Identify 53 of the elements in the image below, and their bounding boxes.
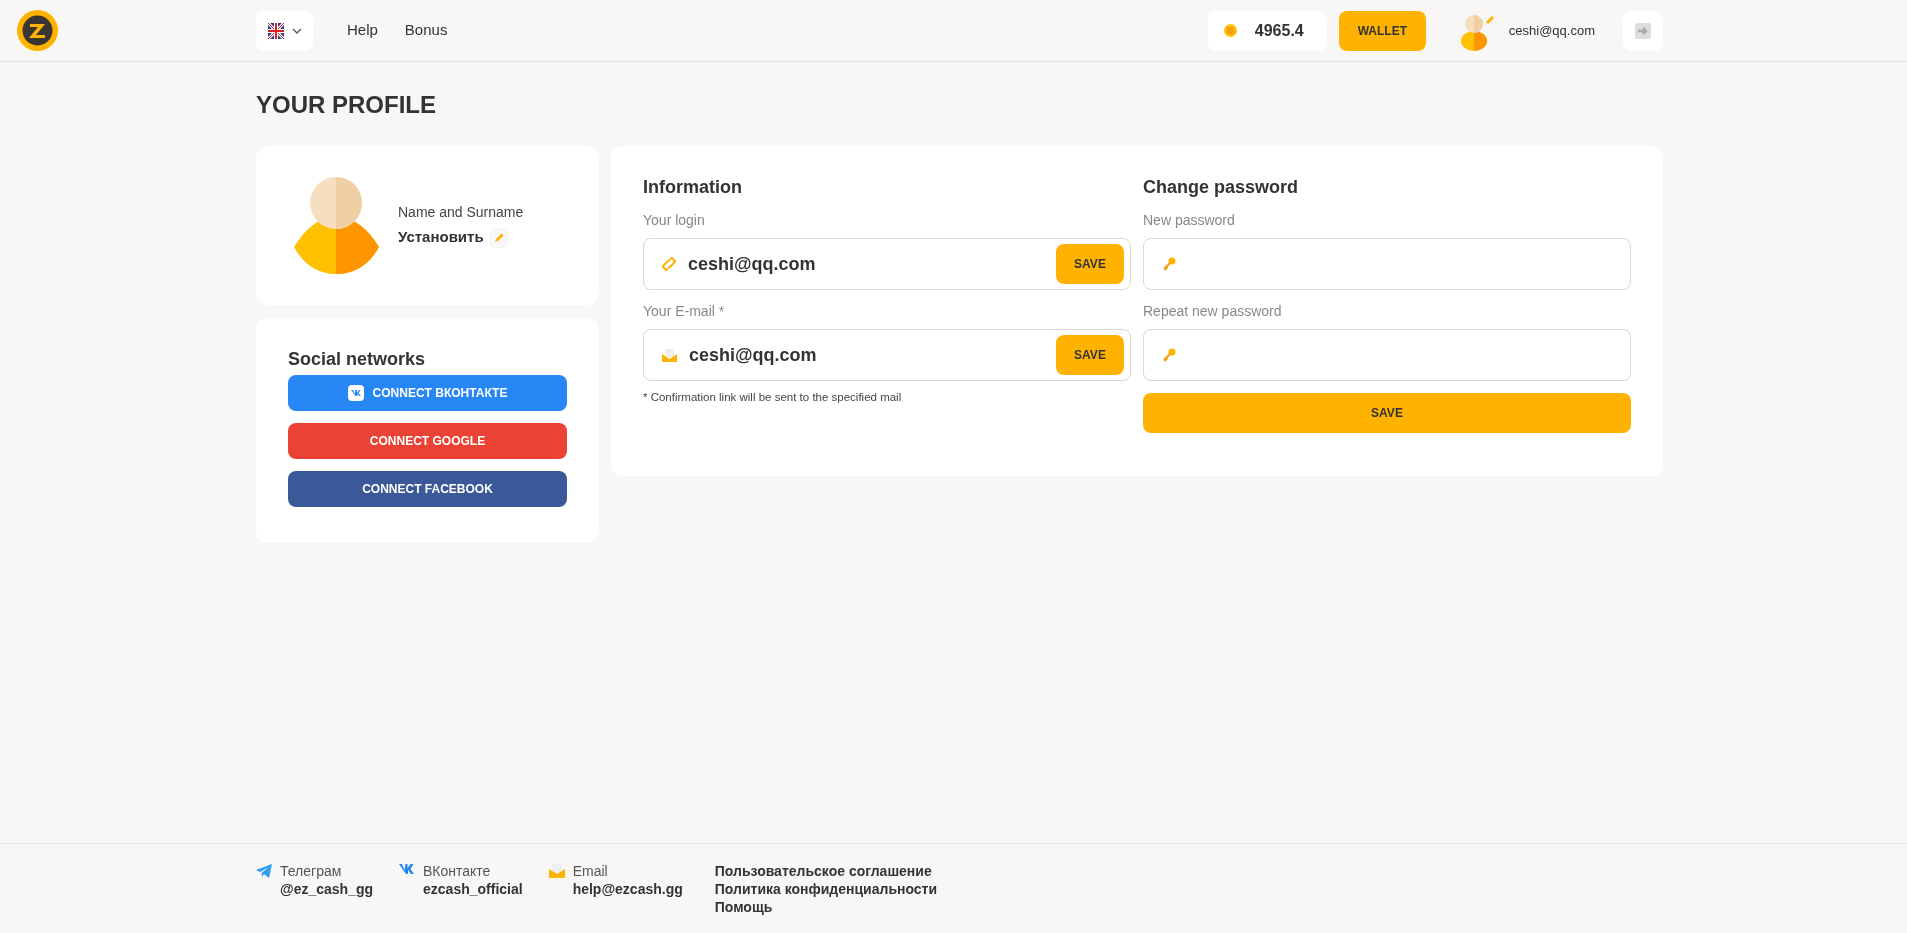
contact-label: Email (572, 862, 609, 880)
nav-link[interactable]: Help (347, 19, 378, 42)
save-button[interactable]: SAVE (1056, 335, 1124, 375)
footer-link[interactable]: Политика конфиденциальности (714, 880, 938, 898)
vk-icon (399, 864, 416, 874)
vk-icon (347, 385, 364, 401)
nav-link[interactable]: Bonus (404, 19, 448, 42)
key-icon (1162, 348, 1176, 362)
chevron-down-icon (291, 27, 302, 34)
input-field[interactable]: ceshi@qq.com SAVE (643, 329, 1131, 381)
flag-icon (267, 22, 284, 39)
logo-icon[interactable] (17, 10, 58, 51)
envelope-icon (548, 864, 565, 878)
password-field[interactable] (1143, 329, 1631, 381)
page-title: YOUR PROFILE (256, 90, 437, 120)
section-title: Information (643, 176, 743, 199)
field-label: Your E-mail * (643, 302, 726, 320)
contact-label: Телеграм (280, 862, 343, 880)
wallet-button[interactable]: WALLET (1338, 10, 1426, 51)
field-label: New password (1143, 211, 1236, 229)
footer-link[interactable]: Помощь (714, 898, 938, 916)
field-label: Repeat new password (1143, 302, 1283, 320)
avatar-icon (294, 177, 379, 274)
envelope-icon (662, 348, 677, 362)
link-icon (662, 257, 676, 271)
contact-link[interactable]: help@ezcash.gg (572, 880, 683, 898)
user-email: ceshi@qq.com (1508, 21, 1595, 40)
section-title: Social networks (288, 348, 427, 371)
pencil-icon (493, 232, 504, 243)
connect-button[interactable]: CONNECT FACEBOOK (288, 471, 567, 507)
connect-button[interactable]: CONNECT ВКОНТАКТЕ (288, 375, 567, 411)
logout-button[interactable] (1623, 10, 1663, 51)
paper-plane-icon (256, 864, 272, 878)
arrow-right-icon (1635, 22, 1651, 39)
password-field[interactable] (1143, 238, 1631, 290)
contact-link[interactable]: ezcash_official (423, 880, 523, 898)
key-icon (1162, 257, 1176, 271)
name-label: Name and Surname (398, 203, 524, 223)
coin-icon (1223, 24, 1237, 37)
edit-button[interactable] (488, 227, 509, 248)
confirmation-note: * Confirmation link will be sent to the specified mail (643, 390, 903, 405)
section-title: Change password (1143, 176, 1300, 199)
save-button[interactable]: SAVE (1143, 393, 1631, 433)
footer-link[interactable]: Пользовательское соглашение (714, 862, 938, 880)
field-label: Your login (643, 211, 706, 229)
name-value: Установить (398, 227, 484, 248)
contact-link[interactable]: @ez_cash_gg (280, 880, 374, 898)
contact-label: ВКонтакте (423, 862, 492, 880)
input-field[interactable]: ceshi@qq.com SAVE (643, 238, 1131, 290)
connect-button[interactable]: CONNECT GOOGLE (288, 423, 567, 459)
balance-amount: 4965.4 (1254, 20, 1304, 41)
language-selector[interactable] (256, 10, 313, 51)
save-button[interactable]: SAVE (1056, 244, 1124, 284)
